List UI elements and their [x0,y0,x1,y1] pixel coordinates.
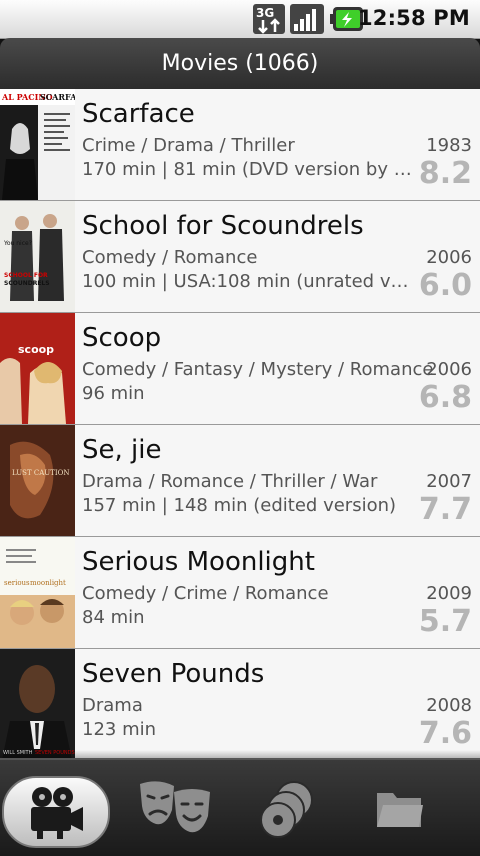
svg-text:scoop: scoop [18,343,54,356]
movie-genres: Drama [82,695,143,716]
movie-year: 2009 [426,583,472,604]
clock: 12:58 PM [357,6,470,30]
signal-strength-icon [290,4,324,34]
movie-runtime: 157 min | 148 min (edited version) [82,495,397,516]
movie-genres: Comedy / Fantasy / Mystery / Romance [82,359,434,380]
svg-text:You nice?: You nice? [3,240,32,247]
status-bar: 3G 12:58 PM [0,0,480,39]
movie-year: 2008 [426,695,472,716]
tab-movies[interactable] [2,776,110,848]
movie-title: School for Scoundrels [82,211,364,241]
svg-text:SCOUNDRELS: SCOUNDRELS [4,280,50,287]
movie-runtime: 123 min [82,719,157,740]
movie-year: 2006 [426,359,472,380]
movie-rating: 7.7 [418,492,472,527]
movie-poster: LUST CAUTION [0,425,75,536]
movie-title: Seven Pounds [82,659,265,689]
movie-runtime: 100 min | USA:108 min (unrated version) [82,271,414,292]
movie-runtime: 84 min [82,607,145,628]
movie-poster: WILL SMITH SEVEN POUNDS [0,649,75,758]
movie-rating: 5.7 [418,604,472,639]
network-3g-icon: 3G [253,4,285,34]
movie-title: Serious Moonlight [82,547,315,577]
movie-list-item[interactable]: You nice? SCHOOL FOR SCOUNDRELS School f… [0,201,480,313]
movie-year: 2007 [426,471,472,492]
movie-list-item[interactable]: serious moonlight Serious Moonlight Come… [0,537,480,649]
tab-genres[interactable] [120,774,230,844]
movie-list-item[interactable]: LUST CAUTION Se, jie Drama / Romance / T… [0,425,480,537]
movie-list-item[interactable]: scoop Scoop Comedy / Fantasy / Mystery /… [0,313,480,425]
svg-text:SCHOOL FOR: SCHOOL FOR [4,272,48,279]
movie-poster: scoop [0,313,75,424]
svg-text:SCARFACE: SCARFACE [40,92,75,102]
movie-poster: You nice? SCHOOL FOR SCOUNDRELS [0,201,75,312]
network-label: 3G [256,6,274,20]
page-title: Movies (1066) [0,38,480,89]
movie-title: Scarface [82,99,195,129]
discs-icon [260,781,313,838]
movie-genres: Crime / Drama / Thriller [82,135,295,156]
svg-text:moonlight: moonlight [30,579,66,587]
movie-genres: Comedy / Romance [82,247,258,268]
movie-year: 2006 [426,247,472,268]
folder-icon [377,793,423,827]
movie-list-item[interactable]: AL PACINO SCARFACE Scarface Crime / Dram… [0,89,480,201]
movie-poster: serious moonlight [0,537,75,648]
movie-list[interactable]: AL PACINO SCARFACE Scarface Crime / Dram… [0,89,480,758]
movie-genres: Comedy / Crime / Romance [82,583,329,604]
movie-rating: 8.2 [418,156,472,191]
movie-list-item[interactable]: WILL SMITH SEVEN POUNDS Seven Pounds Dra… [0,649,480,758]
svg-text:serious: serious [4,579,30,587]
movie-camera-icon [31,787,83,839]
tab-collection[interactable] [233,774,343,844]
tab-files[interactable] [345,774,455,844]
theater-masks-icon [140,781,210,833]
list-fade [0,750,480,758]
movie-genres: Drama / Romance / Thriller / War [82,471,378,492]
movie-runtime: 96 min [82,383,145,404]
movie-rating: 6.8 [418,380,472,415]
movie-year: 1983 [426,135,472,156]
bottom-tab-bar [0,758,480,856]
movie-title: Se, jie [82,435,162,465]
movie-poster: AL PACINO SCARFACE [0,89,75,200]
movie-rating: 6.0 [418,268,472,303]
svg-text:LUST CAUTION: LUST CAUTION [12,469,69,477]
movie-title: Scoop [82,323,162,353]
movie-runtime: 170 min | 81 min (DVD version by VCA) [82,159,414,180]
movie-rating: 7.6 [418,716,472,751]
